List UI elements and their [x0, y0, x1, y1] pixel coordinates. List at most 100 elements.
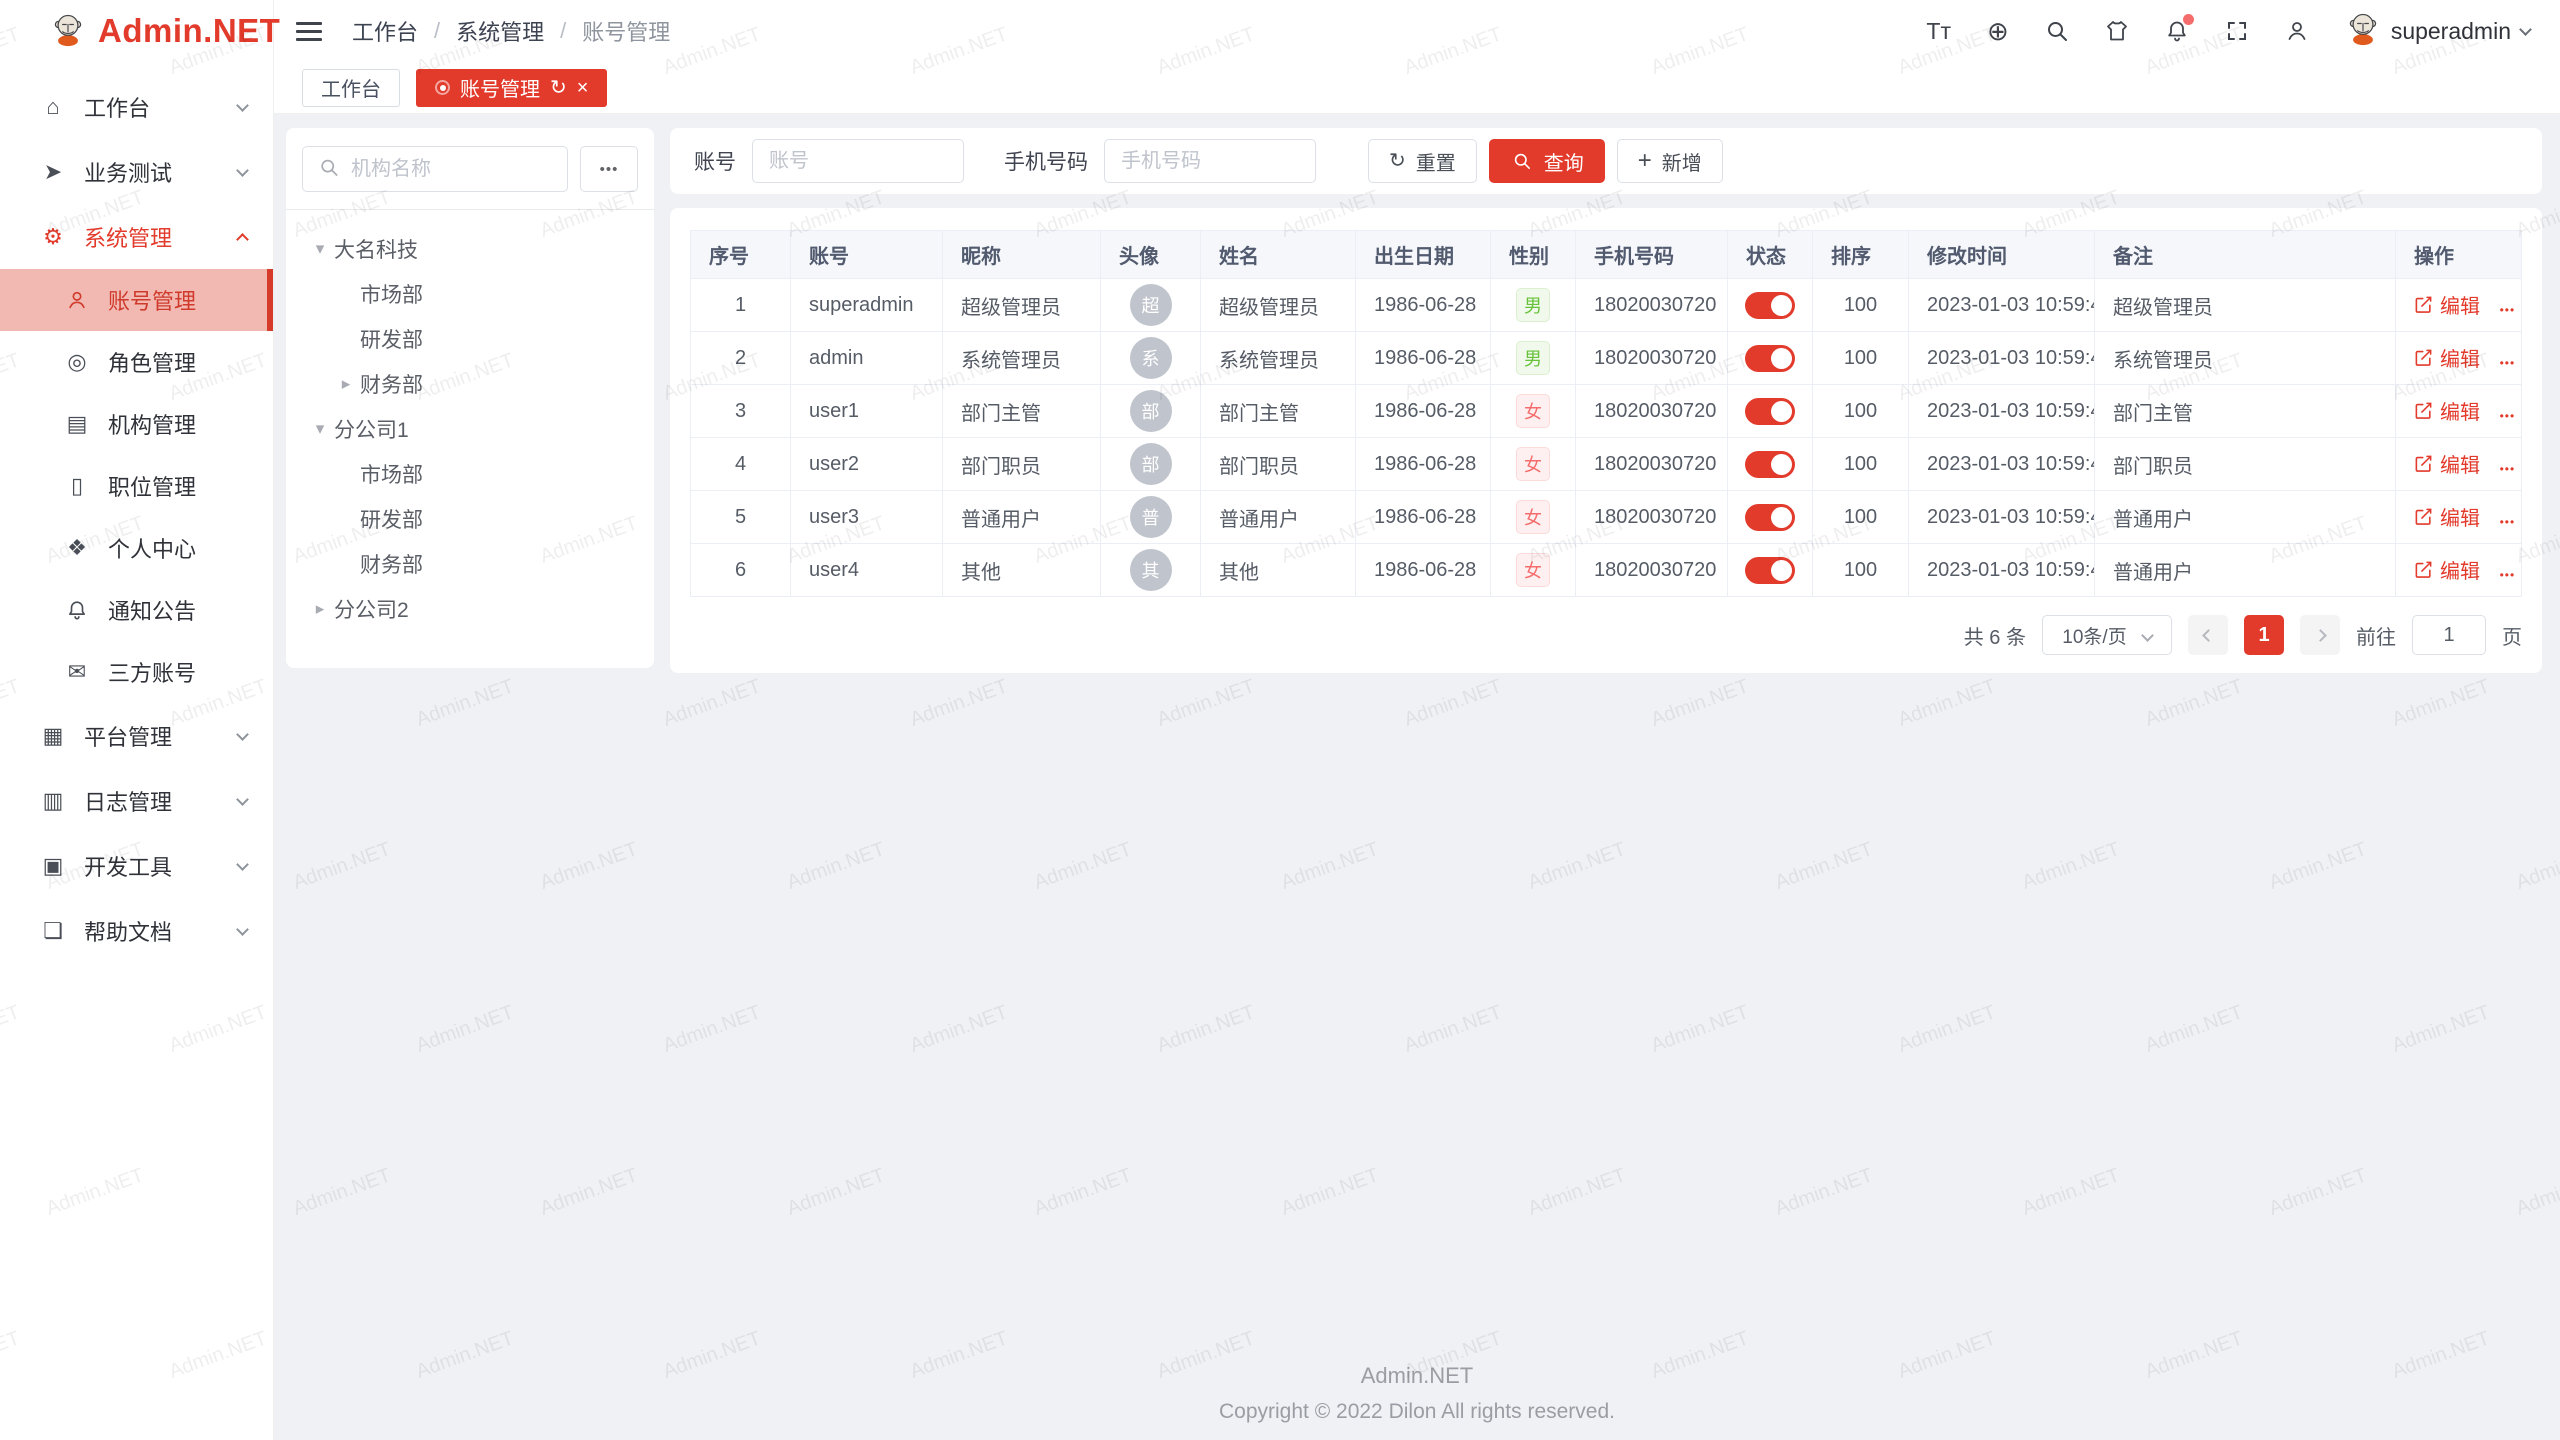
row-more-button[interactable]: •••	[2500, 515, 2516, 529]
tree-node[interactable]: ▸财务部	[302, 361, 638, 406]
tree-node[interactable]: 市场部	[302, 451, 638, 496]
search-icon[interactable]	[2045, 19, 2069, 43]
font-size-icon[interactable]: Tт	[1926, 20, 1951, 43]
theme-icon[interactable]	[2105, 19, 2129, 43]
status-toggle[interactable]	[1745, 557, 1795, 584]
tabbar: 工作台 账号管理 ↻ ×	[274, 62, 2560, 114]
sidebar-item-role-manage[interactable]: ◎角色管理	[0, 331, 273, 393]
tree-node[interactable]: 财务部	[302, 541, 638, 586]
chevron-down-icon	[2519, 23, 2532, 36]
collapse-menu-icon[interactable]	[296, 22, 322, 41]
tree-collapsed-icon[interactable]: ▸	[332, 374, 360, 394]
tree-node-label: 财务部	[360, 549, 423, 579]
divider	[286, 209, 654, 210]
column-header-0: 序号	[691, 231, 791, 279]
docs-icon: ❏	[38, 918, 68, 944]
tree-node[interactable]: 研发部	[302, 316, 638, 361]
status-toggle[interactable]	[1745, 451, 1795, 478]
language-icon[interactable]: ⊕	[1987, 18, 2009, 44]
fullscreen-icon[interactable]	[2225, 19, 2249, 43]
column-header-7: 手机号码	[1576, 231, 1728, 279]
status-toggle[interactable]	[1745, 504, 1795, 531]
tree-node[interactable]: ▸分公司2	[302, 586, 638, 631]
page-size-select[interactable]: 10条/页	[2042, 615, 2172, 655]
edit-button[interactable]: 编辑	[2414, 396, 2480, 425]
org-search-box	[302, 146, 568, 192]
sidebar-item-notice[interactable]: 通知公告	[0, 579, 273, 641]
status-toggle[interactable]	[1745, 398, 1795, 425]
sidebar-item-account-manage[interactable]: 账号管理	[0, 269, 273, 331]
column-header-6: 性别	[1491, 231, 1576, 279]
edit-button[interactable]: 编辑	[2414, 343, 2480, 372]
notification-bell-icon[interactable]	[2165, 19, 2189, 43]
profile-person-icon[interactable]	[2285, 19, 2309, 43]
edit-button[interactable]: 编辑	[2414, 290, 2480, 319]
breadcrumb-item[interactable]: 账号管理	[582, 15, 670, 47]
tree-expanded-icon[interactable]: ▾	[306, 419, 334, 439]
account-table: 序号账号昵称头像姓名出生日期性别手机号码状态排序修改时间备注操作 1 super…	[690, 230, 2522, 597]
add-button[interactable]: + 新增	[1617, 139, 1723, 183]
account-input[interactable]	[752, 139, 964, 183]
tree-node[interactable]: 市场部	[302, 271, 638, 316]
sidebar-item-third-party-account[interactable]: ✉三方账号	[0, 641, 273, 703]
brand-logo-icon	[50, 11, 86, 52]
sidebar-item-log-manage[interactable]: ▥日志管理	[0, 768, 273, 833]
user-menu[interactable]: superadmin	[2345, 10, 2530, 52]
tree-node-label: 财务部	[360, 369, 423, 399]
status-toggle[interactable]	[1745, 292, 1795, 319]
sidebar-item-org-manage[interactable]: ▤机构管理	[0, 393, 273, 455]
sidebar-item-label: 职位管理	[108, 470, 247, 502]
content: ••• ▾大名科技市场部研发部▸财务部▾分公司1市场部研发部财务部▸分公司2 账…	[274, 114, 2560, 1440]
tab-close-icon[interactable]: ×	[577, 78, 589, 98]
tree-collapsed-icon[interactable]: ▸	[306, 599, 334, 619]
row-more-button[interactable]: •••	[2500, 356, 2516, 370]
row-more-button[interactable]: •••	[2500, 409, 2516, 423]
sidebar-item-workbench[interactable]: ⌂工作台	[0, 74, 273, 139]
tree-node[interactable]: 研发部	[302, 496, 638, 541]
goto-page-input[interactable]	[2412, 615, 2486, 655]
edit-button[interactable]: 编辑	[2414, 502, 2480, 531]
gender-tag: 女	[1516, 500, 1550, 534]
tab-account-manage[interactable]: 账号管理 ↻ ×	[416, 69, 607, 107]
row-more-button[interactable]: •••	[2500, 303, 2516, 317]
gender-tag: 女	[1516, 394, 1550, 428]
account-label: 账号	[694, 146, 736, 176]
tab-workbench[interactable]: 工作台	[302, 69, 400, 107]
sidebar-item-business-test[interactable]: ➤业务测试	[0, 139, 273, 204]
row-more-button[interactable]: •••	[2500, 568, 2516, 582]
edit-button[interactable]: 编辑	[2414, 449, 2480, 478]
chevron-down-icon	[236, 858, 249, 871]
app-root: Admin.NET ⌂工作台➤业务测试⚙系统管理 账号管理◎角色管理▤机构管理▯…	[0, 0, 2560, 1440]
reset-button[interactable]: ↻ 重置	[1368, 139, 1477, 183]
tree-node[interactable]: ▾分公司1	[302, 406, 638, 451]
sidebar-item-label: 个人中心	[108, 532, 247, 564]
prev-page-button[interactable]	[2188, 615, 2228, 655]
org-search-input[interactable]	[351, 158, 553, 181]
gender-tag: 女	[1516, 553, 1550, 587]
query-button[interactable]: 查询	[1489, 139, 1605, 183]
brand-logo[interactable]: Admin.NET	[0, 0, 273, 62]
sidebar-item-system-manage[interactable]: ⚙系统管理	[0, 204, 273, 269]
tree-more-button[interactable]: •••	[580, 146, 638, 192]
next-page-button[interactable]	[2300, 615, 2340, 655]
status-toggle[interactable]	[1745, 345, 1795, 372]
sidebar-item-profile-center[interactable]: ❖个人中心	[0, 517, 273, 579]
avatar: 部	[1130, 443, 1172, 485]
sidebar-item-help-docs[interactable]: ❏ 帮助文档	[0, 898, 273, 963]
tab-refresh-icon[interactable]: ↻	[550, 78, 567, 98]
tree-node[interactable]: ▾大名科技	[302, 226, 638, 271]
tree-expanded-icon[interactable]: ▾	[306, 239, 334, 259]
edit-button[interactable]: 编辑	[2414, 555, 2480, 584]
phone-input[interactable]	[1104, 139, 1316, 183]
sidebar-item-dev-tools[interactable]: ▣开发工具	[0, 833, 273, 898]
breadcrumb-item[interactable]: 工作台	[352, 15, 418, 47]
current-page-button[interactable]: 1	[2244, 615, 2284, 655]
sidebar-item-label: 帮助文档	[84, 915, 238, 947]
sidebar-item-platform-manage[interactable]: ▦平台管理	[0, 703, 273, 768]
user-avatar	[2345, 10, 2381, 52]
sidebar-item-position-manage[interactable]: ▯职位管理	[0, 455, 273, 517]
breadcrumb-item[interactable]: 系统管理	[456, 15, 544, 47]
row-more-button[interactable]: •••	[2500, 462, 2516, 476]
sidebar-menu: ⌂工作台➤业务测试⚙系统管理 账号管理◎角色管理▤机构管理▯职位管理❖个人中心 …	[0, 62, 273, 963]
search-icon	[319, 157, 339, 182]
